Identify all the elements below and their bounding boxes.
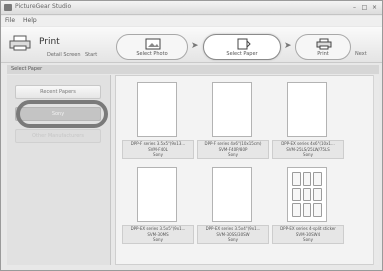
- printer-icon: [9, 35, 31, 51]
- window-title: PictureGear Studio: [15, 3, 72, 10]
- page-title: Print: [39, 37, 60, 47]
- paper-card[interactable]: DPP-F series 4x6"(10x15cm) SVM-F40P/80P …: [197, 79, 269, 159]
- paper-list: DPP-F series 3.5x5"(9x13... SVM-F40L Son…: [115, 75, 379, 265]
- paper-label: DPP-EX series 3.5x5"(9x1... SVM-30MS Son…: [122, 225, 194, 244]
- arrow-right-icon: ➤: [191, 41, 199, 51]
- step-select-paper[interactable]: Select Paper: [203, 34, 281, 60]
- sticker-cell: [313, 172, 322, 186]
- step-select-photo[interactable]: Select Photo: [116, 34, 188, 60]
- menu-file[interactable]: File: [5, 17, 15, 24]
- paper-card[interactable]: DPP-EX series 4x6"(10x1... SVM-25LS/25LW…: [272, 79, 344, 159]
- paper-label: DPP-EX series 4x6"(10x1... SVM-25LS/25LW…: [272, 140, 344, 159]
- step-label: Select Paper: [226, 51, 258, 57]
- sticker-cell: [292, 172, 301, 186]
- arrow-right-icon: ➤: [284, 41, 292, 51]
- next-button[interactable]: Next: [355, 51, 367, 57]
- panel-header: Select Paper: [7, 65, 379, 74]
- sticker-cell: [302, 187, 312, 202]
- minimize-icon[interactable]: –: [351, 4, 358, 11]
- sticker-cell: [313, 203, 322, 217]
- paper-card[interactable]: DPP-F series 3.5x5"(9x13... SVM-F40L Son…: [122, 79, 194, 159]
- step-label: Print: [317, 51, 329, 57]
- paper-icon: [237, 38, 251, 50]
- printer-icon: [316, 38, 332, 50]
- close-icon[interactable]: ×: [371, 4, 378, 11]
- photo-icon: [145, 38, 161, 50]
- detail-screen-link[interactable]: Detail Screen: [47, 52, 81, 58]
- start-link[interactable]: Start: [85, 52, 97, 58]
- paper-thumbnail: [137, 167, 177, 222]
- paper-card[interactable]: DPP-EX series 3.5x5"(9x1... SVM-30MS Son…: [122, 164, 194, 244]
- menu-bar: File Help: [1, 16, 382, 26]
- app-window: PictureGear Studio – □ × File Help Print…: [0, 0, 383, 271]
- sticker-cell: [313, 187, 322, 202]
- paper-thumbnail: [287, 82, 327, 137]
- sticker-cell: [292, 203, 301, 217]
- paper-card[interactable]: DPP-EX series 3.5x4"(9x1... SVM-30SS/30S…: [197, 164, 269, 244]
- highlight-circle: [16, 100, 108, 128]
- next-label: Next: [355, 51, 367, 57]
- step-print[interactable]: Print: [295, 34, 351, 60]
- sticker-cell: [292, 187, 301, 202]
- paper-label: DPP-EX series 4-split sticker SVM-30SW4 …: [272, 225, 344, 244]
- app-icon: [4, 4, 12, 11]
- sticker-cell: [302, 172, 312, 186]
- sticker-cell: [302, 203, 312, 217]
- paper-thumbnail: [212, 82, 252, 137]
- title-bar: PictureGear Studio – □ ×: [1, 1, 382, 15]
- paper-thumbnail: [212, 167, 252, 222]
- maximize-icon[interactable]: □: [361, 4, 368, 11]
- paper-label: DPP-F series 4x6"(10x15cm) SVM-F40P/80P …: [197, 140, 269, 159]
- category-recent-papers[interactable]: Recent Papers: [15, 85, 101, 99]
- sticker-thumbnail: [287, 167, 327, 222]
- paper-card[interactable]: DPP-EX series 4-split sticker SVM-30SW4 …: [272, 164, 344, 244]
- paper-label: DPP-F series 3.5x5"(9x13... SVM-F40L Son…: [122, 140, 194, 159]
- paper-thumbnail: [137, 82, 177, 137]
- step-label: Select Photo: [136, 51, 168, 57]
- menu-help[interactable]: Help: [23, 17, 37, 24]
- toolbar: Print Detail Screen Start Select Photo ➤…: [1, 27, 382, 63]
- vertical-scrollbar[interactable]: [373, 75, 379, 265]
- paper-label: DPP-EX series 3.5x4"(9x1... SVM-30SS/30S…: [197, 225, 269, 244]
- category-other-manufacturers: Other Manufacturers: [15, 129, 101, 143]
